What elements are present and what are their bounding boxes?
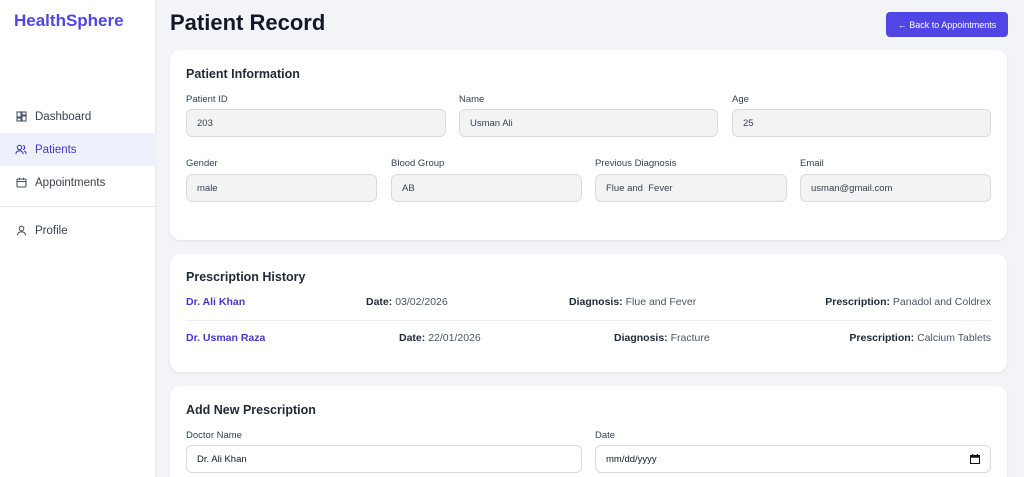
patient-information-title: Patient Information (186, 67, 300, 81)
row-divider (186, 320, 991, 321)
calendar-icon (15, 177, 27, 189)
diagnosis-value: Fracture (670, 332, 710, 344)
calendar-picker-icon[interactable] (970, 454, 980, 464)
sidebar-item-dashboard[interactable]: Dashboard (0, 100, 156, 133)
prescription-date: Date: 03/02/2026 (366, 296, 448, 308)
blood-group-label: Blood Group (391, 158, 445, 169)
email-label: Email (800, 158, 824, 169)
users-icon (15, 144, 27, 156)
sidebar-item-label: Dashboard (35, 110, 92, 123)
date-input[interactable]: mm/dd/yyyy (595, 445, 991, 473)
sidebar-item-appointments[interactable]: Appointments (0, 166, 156, 199)
prescription-history-title: Prescription History (186, 270, 306, 284)
add-prescription-title: Add New Prescription (186, 403, 316, 417)
prescription-medication: Prescription: Panadol and Coldrex (825, 296, 991, 308)
prescription-diagnosis: Diagnosis: Flue and Fever (569, 296, 696, 308)
previous-diagnosis-label: Previous Diagnosis (595, 158, 677, 169)
patient-id-field[interactable]: 203 (186, 109, 446, 137)
add-prescription-card: Add New Prescription Doctor Name Dr. Ali… (170, 386, 1007, 477)
sidebar-item-patients[interactable]: Patients (0, 133, 156, 166)
prescription-row: Dr. Ali Khan Date: 03/02/2026 Diagnosis:… (186, 296, 991, 312)
page-title: Patient Record (170, 10, 326, 35)
sidebar-item-label: Patients (35, 143, 77, 156)
prescription-label: Prescription: (849, 332, 915, 344)
prescription-diagnosis: Diagnosis: Fracture (614, 332, 710, 344)
date-label: Date (595, 430, 616, 441)
patient-information-card: Patient Information Patient ID 203 Name … (170, 50, 1007, 240)
gender-field[interactable]: male (186, 174, 377, 202)
prescription-date: Date: 22/01/2026 (399, 332, 481, 344)
gender-label: Gender (186, 158, 218, 169)
age-label: Age (732, 94, 749, 105)
age-field[interactable]: 25 (732, 109, 991, 137)
date-value: 22/01/2026 (428, 332, 481, 344)
prescription-medication: Prescription: Calcium Tablets (849, 332, 991, 344)
doctor-name-input[interactable]: Dr. Ali Khan (186, 445, 582, 473)
name-label: Name (459, 94, 485, 105)
brand-logo[interactable]: HealthSphere (14, 11, 124, 31)
prescription-value: Panadol and Coldrex (892, 296, 991, 308)
doctor-name-label: Doctor Name (186, 430, 242, 441)
main-content: Patient Record ← Back to Appointments Pa… (156, 0, 1024, 477)
email-field[interactable]: usman@gmail.com (800, 174, 991, 202)
back-to-appointments-button[interactable]: ← Back to Appointments (886, 12, 1008, 37)
prescription-row: Dr. Usman Raza Date: 22/01/2026 Diagnosi… (186, 332, 991, 348)
diagnosis-value: Flue and Fever (625, 296, 697, 308)
previous-diagnosis-field[interactable]: Flue and Fever (595, 174, 787, 202)
prescription-history-card: Prescription History Dr. Ali Khan Date: … (170, 254, 1007, 372)
date-label: Date: (399, 332, 426, 344)
date-label: Date: (366, 296, 393, 308)
diagnosis-label: Diagnosis: (614, 332, 668, 344)
prescription-value: Calcium Tablets (917, 332, 991, 344)
blood-group-field[interactable]: AB (391, 174, 582, 202)
patient-id-label: Patient ID (186, 94, 228, 105)
date-placeholder: mm/dd/yyyy (606, 453, 657, 465)
sidebar-divider (0, 206, 156, 207)
user-icon (15, 225, 27, 237)
sidebar: HealthSphere Dashboard Patients Appointm… (0, 0, 156, 477)
date-value: 03/02/2026 (395, 296, 448, 308)
sidebar-item-label: Profile (35, 224, 68, 237)
sidebar-item-profile[interactable]: Profile (0, 214, 156, 247)
doctor-link[interactable]: Dr. Usman Raza (186, 332, 265, 344)
name-field[interactable]: Usman Ali (459, 109, 718, 137)
sidebar-nav: Dashboard Patients Appointments Profile (0, 100, 156, 247)
dashboard-icon (15, 111, 27, 123)
sidebar-item-label: Appointments (35, 176, 106, 189)
diagnosis-label: Diagnosis: (569, 296, 623, 308)
doctor-link[interactable]: Dr. Ali Khan (186, 296, 245, 308)
prescription-label: Prescription: (825, 296, 890, 308)
